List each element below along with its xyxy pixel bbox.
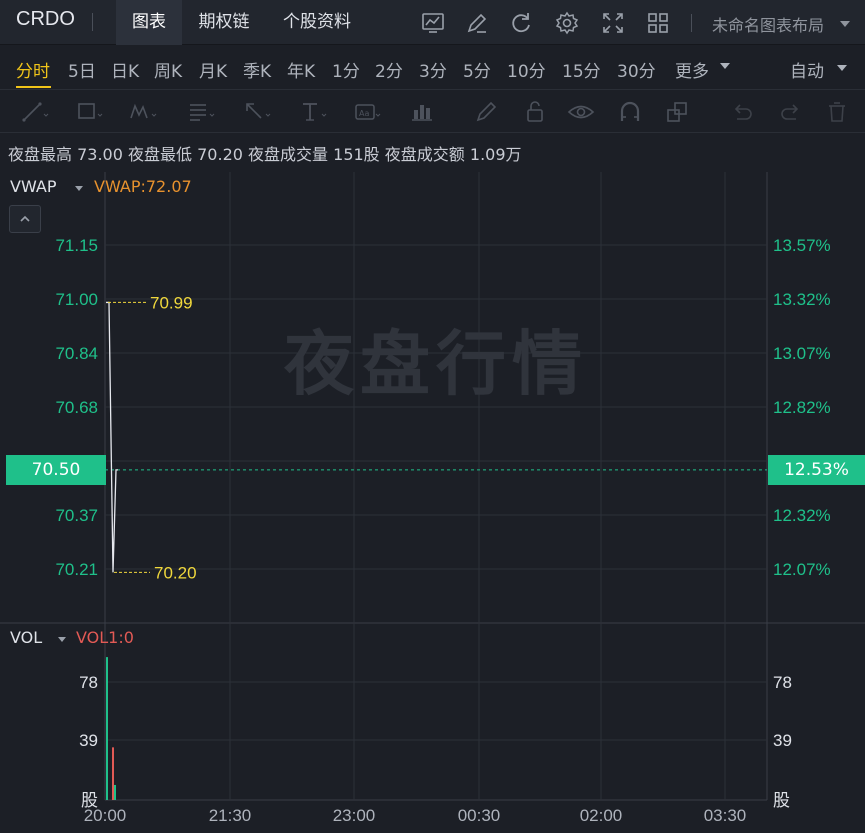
volume-bar bbox=[106, 657, 108, 800]
volume-tick-label: 股 bbox=[81, 791, 98, 810]
indicator-name-vol[interactable]: VOL bbox=[10, 628, 42, 647]
price-tick-label: 71.15 bbox=[55, 236, 98, 255]
volume-series bbox=[106, 657, 116, 800]
pct-tick-label: 13.32% bbox=[773, 290, 831, 309]
pct-tick-label: 13.57% bbox=[773, 236, 831, 255]
volume-tick-label-right: 39 bbox=[773, 731, 792, 750]
watermark: 夜盘行情 bbox=[283, 323, 588, 405]
low-marker-label: 70.20 bbox=[154, 563, 197, 582]
chevron-down-icon[interactable] bbox=[75, 186, 83, 191]
time-tick-label: 23:00 bbox=[333, 806, 376, 825]
vol-value: VOL1:0 bbox=[76, 628, 134, 647]
volume-tick-label-right: 78 bbox=[773, 673, 792, 692]
pct-tick-label: 13.07% bbox=[773, 344, 831, 363]
pct-tick-label: 12.07% bbox=[773, 560, 831, 579]
chevron-up-icon bbox=[20, 215, 30, 222]
time-tick-label: 03:30 bbox=[704, 806, 747, 825]
price-tick-label: 70.37 bbox=[55, 506, 98, 525]
indicator-name-vwap[interactable]: VWAP bbox=[10, 177, 56, 196]
vwap-value: VWAP:72.07 bbox=[94, 177, 192, 196]
price-line bbox=[106, 301, 118, 573]
time-tick-label: 00:30 bbox=[458, 806, 501, 825]
current-pct-badge: 12.53% bbox=[768, 455, 865, 485]
current-price-badge: 70.50 bbox=[6, 455, 106, 485]
volume-tick-label-right: 股 bbox=[773, 791, 790, 810]
time-tick-label: 02:00 bbox=[580, 806, 623, 825]
volume-tick-label: 39 bbox=[79, 731, 98, 750]
collapse-button[interactable] bbox=[9, 205, 41, 233]
volume-tick-label: 78 bbox=[79, 673, 98, 692]
price-volume-chart[interactable]: 夜盘行情 20:00 21:30 23:00 00:30 02:00 03:3071.15… bbox=[0, 0, 865, 833]
price-tick-label: 70.68 bbox=[55, 398, 98, 417]
chevron-down-icon[interactable] bbox=[58, 637, 66, 642]
price-tick-label: 70.21 bbox=[55, 560, 98, 579]
price-tick-label: 71.00 bbox=[55, 290, 98, 309]
pct-tick-label: 12.82% bbox=[773, 398, 831, 417]
pct-tick-label: 12.32% bbox=[773, 506, 831, 525]
volume-bar bbox=[114, 784, 116, 800]
time-tick-label: 21:30 bbox=[209, 806, 252, 825]
price-tick-label: 70.84 bbox=[55, 344, 98, 363]
volume-bar bbox=[112, 747, 114, 800]
chart-grid bbox=[0, 172, 865, 801]
high-marker-label: 70.99 bbox=[150, 293, 193, 312]
